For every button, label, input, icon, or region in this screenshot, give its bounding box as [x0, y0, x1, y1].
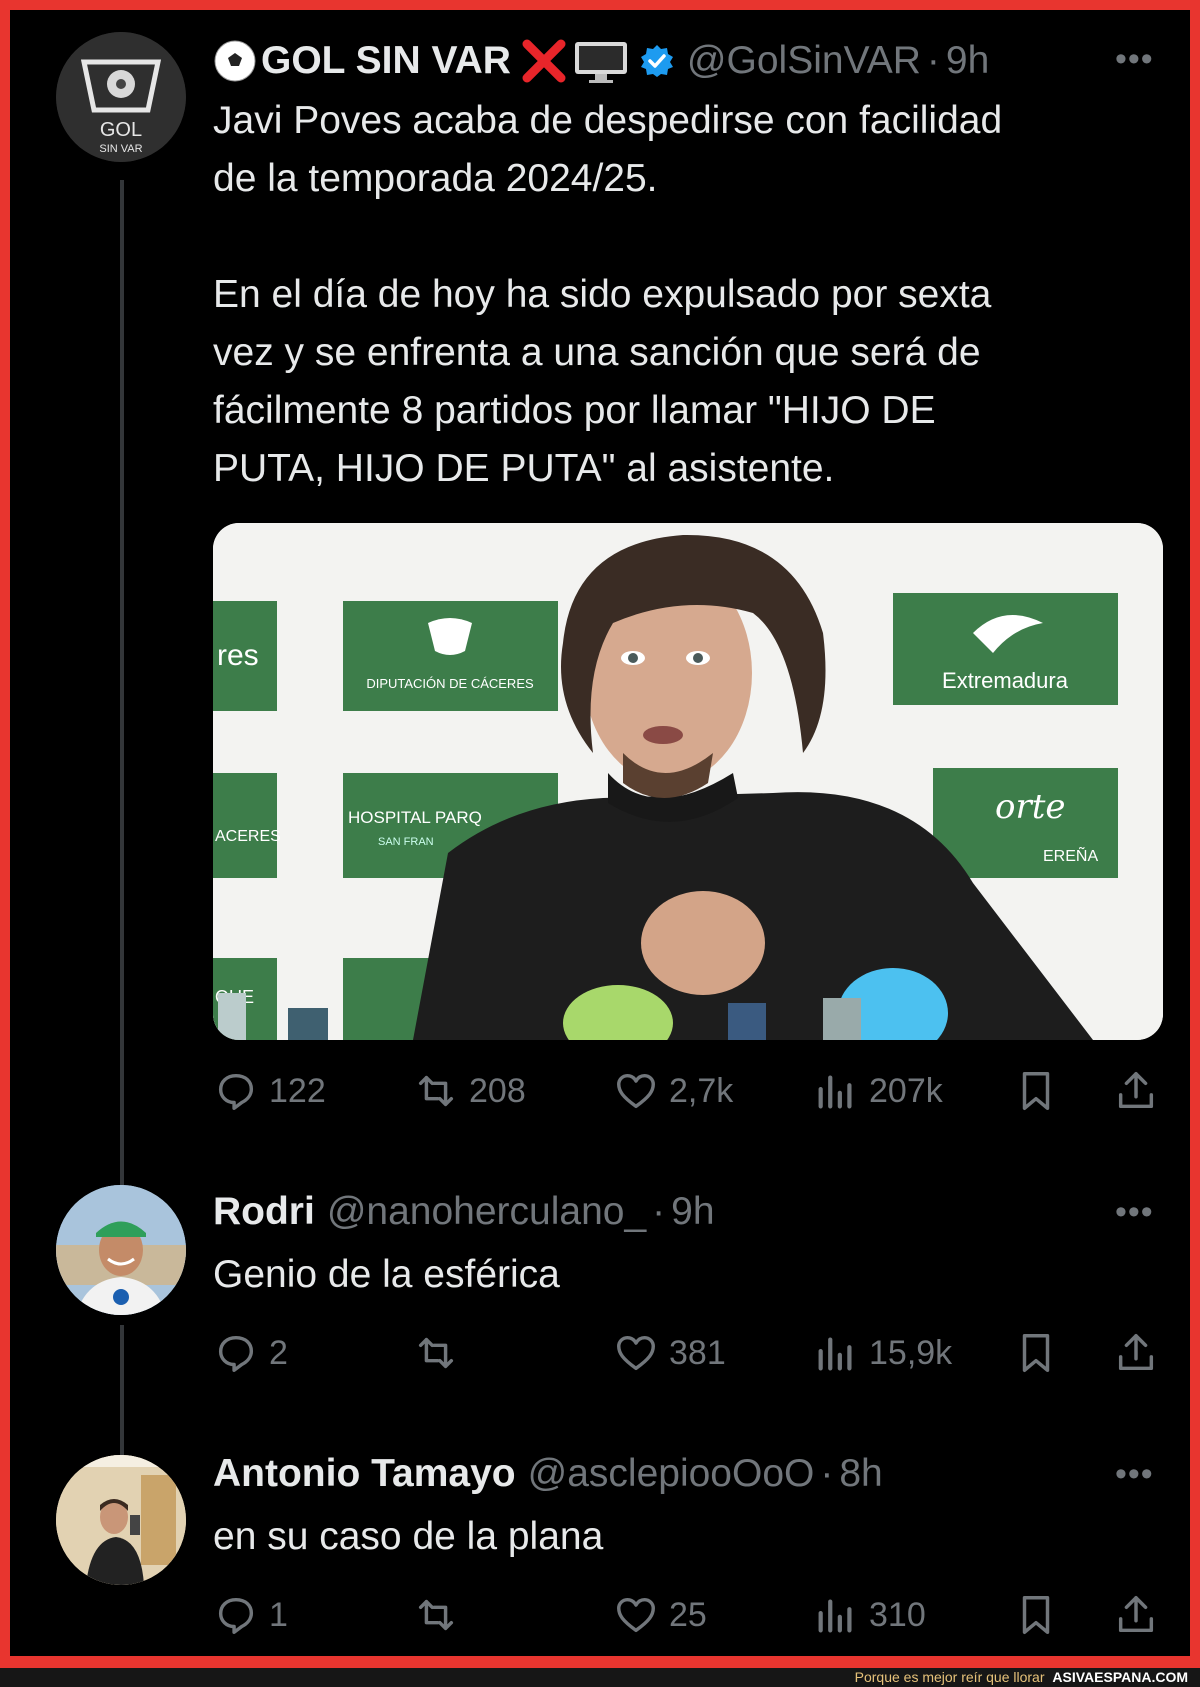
- reply-button[interactable]: 1: [213, 1590, 288, 1640]
- avatar[interactable]: [56, 1455, 186, 1585]
- views-icon: [818, 1337, 852, 1371]
- user-handle[interactable]: @asclepiooOoO: [528, 1452, 815, 1496]
- sponsor-text: SAN FRAN: [378, 836, 434, 848]
- share-icon: [1118, 1334, 1154, 1371]
- share-button[interactable]: [1113, 1328, 1159, 1378]
- retweet-icon: [418, 1075, 454, 1107]
- sponsor-text: Extremadura: [942, 668, 1069, 693]
- bookmark-button[interactable]: [1013, 1590, 1059, 1640]
- tweet-text: en su caso de la plana: [213, 1515, 604, 1558]
- thread-line: [120, 180, 124, 1185]
- thread-line: [120, 1325, 124, 1455]
- share-button[interactable]: [1113, 1590, 1159, 1640]
- timestamp[interactable]: 9h: [671, 1190, 714, 1234]
- separator-dot: ·: [652, 1190, 666, 1233]
- retweet-button[interactable]: [413, 1328, 469, 1378]
- watermark-frame: GOL SIN VAR GOL SIN VAR @GolSinVAR · 9h …: [0, 0, 1200, 1668]
- watermark-footer: Porque es mejor reír que llorar ASIVAESP…: [0, 1668, 1200, 1687]
- display-name[interactable]: Rodri: [213, 1190, 315, 1234]
- avatar[interactable]: GOL SIN VAR: [56, 32, 186, 162]
- avatar-logo-text: GOL: [100, 119, 142, 141]
- like-count: 381: [669, 1333, 726, 1372]
- bookmark-icon: [1022, 1072, 1050, 1110]
- like-count: 25: [669, 1595, 707, 1634]
- soccer-ball-icon: [213, 39, 257, 83]
- user-handle[interactable]: @nanoherculano_: [327, 1190, 646, 1234]
- views-icon: [818, 1075, 852, 1109]
- avatar[interactable]: [56, 1185, 186, 1315]
- reply-button[interactable]: 122: [213, 1066, 326, 1116]
- bookmark-icon: [1022, 1334, 1050, 1372]
- timestamp[interactable]: 9h: [946, 39, 989, 83]
- footer-site[interactable]: ASIVAESPANA.COM: [1052, 1669, 1188, 1685]
- bookmark-button[interactable]: [1013, 1066, 1059, 1116]
- separator-dot: ·: [926, 39, 940, 82]
- reply-button[interactable]: 2: [213, 1328, 288, 1378]
- sponsor-text: res: [217, 639, 259, 672]
- reply-icon: [218, 1073, 254, 1110]
- like-button[interactable]: 2,7k: [613, 1066, 733, 1116]
- separator-dot: ·: [820, 1452, 834, 1495]
- display-name[interactable]: Antonio Tamayo: [213, 1452, 516, 1496]
- like-button[interactable]: 25: [613, 1590, 707, 1640]
- reply-count: 1: [269, 1595, 288, 1634]
- reply-icon: [218, 1597, 254, 1634]
- red-x-icon: [521, 38, 567, 84]
- more-options-icon[interactable]: •••: [1115, 1193, 1154, 1232]
- share-icon: [1118, 1072, 1154, 1109]
- tweet-header: Rodri @nanoherculano_ · 9h: [213, 1190, 715, 1234]
- retweet-button[interactable]: 208: [413, 1066, 526, 1116]
- retweet-icon: [418, 1599, 454, 1631]
- timestamp[interactable]: 8h: [839, 1452, 882, 1496]
- reply-count: 122: [269, 1071, 326, 1110]
- views-button[interactable]: 207k: [813, 1066, 943, 1116]
- tweet-actions: 1 25 310: [213, 1590, 1163, 1640]
- like-button[interactable]: 381: [613, 1328, 726, 1378]
- sponsor-text: EREÑA: [1043, 845, 1098, 865]
- views-icon: [818, 1599, 852, 1633]
- heart-icon: [617, 1335, 655, 1371]
- share-button[interactable]: [1113, 1066, 1159, 1116]
- sponsor-text: ACERES: [215, 828, 281, 845]
- monitor-icon: [573, 38, 629, 84]
- footer-tagline: Porque es mejor reír que llorar: [854, 1669, 1045, 1685]
- retweet-icon: [418, 1337, 454, 1369]
- more-options-icon[interactable]: •••: [1115, 40, 1154, 79]
- heart-icon: [617, 1597, 655, 1633]
- views-button[interactable]: 310: [813, 1590, 926, 1640]
- retweet-count: 208: [469, 1071, 526, 1110]
- views-button[interactable]: 15,9k: [813, 1328, 952, 1378]
- tweet-text: Genio de la esférica: [213, 1253, 560, 1296]
- more-options-icon[interactable]: •••: [1115, 1455, 1154, 1494]
- tweet-header: GOL SIN VAR @GolSinVAR · 9h: [213, 38, 989, 84]
- tweet-actions: 122 208 2,7k 207k: [213, 1066, 1163, 1116]
- heart-icon: [617, 1073, 655, 1109]
- bookmark-icon: [1022, 1596, 1050, 1634]
- tweet-media-image[interactable]: res DIPUTACIÓN DE CÁCERES Extremadura HO…: [213, 523, 1163, 1040]
- display-name[interactable]: GOL SIN VAR: [261, 39, 511, 83]
- bookmark-button[interactable]: [1013, 1328, 1059, 1378]
- reply-icon: [218, 1335, 254, 1372]
- verified-badge-icon: [639, 43, 675, 79]
- view-count: 310: [869, 1595, 926, 1634]
- retweet-button[interactable]: [413, 1590, 469, 1640]
- tweet-actions: 2 381 15,9k: [213, 1328, 1163, 1378]
- sponsor-text: HOSPITAL PARQ: [348, 808, 482, 827]
- share-icon: [1118, 1596, 1154, 1633]
- sponsor-text: orte: [995, 787, 1066, 827]
- tweet-text: Javi Poves acaba de despedirse con facil…: [213, 99, 1003, 490]
- avatar-logo-subtext: SIN VAR: [99, 143, 142, 155]
- sponsor-text: DIPUTACIÓN DE CÁCERES: [366, 676, 534, 691]
- like-count: 2,7k: [669, 1071, 734, 1110]
- user-handle[interactable]: @GolSinVAR: [687, 39, 921, 83]
- reply-count: 2: [269, 1333, 288, 1372]
- tweet-header: Antonio Tamayo @asclepiooOoO · 8h: [213, 1452, 883, 1496]
- view-count: 15,9k: [869, 1333, 953, 1372]
- view-count: 207k: [869, 1071, 943, 1110]
